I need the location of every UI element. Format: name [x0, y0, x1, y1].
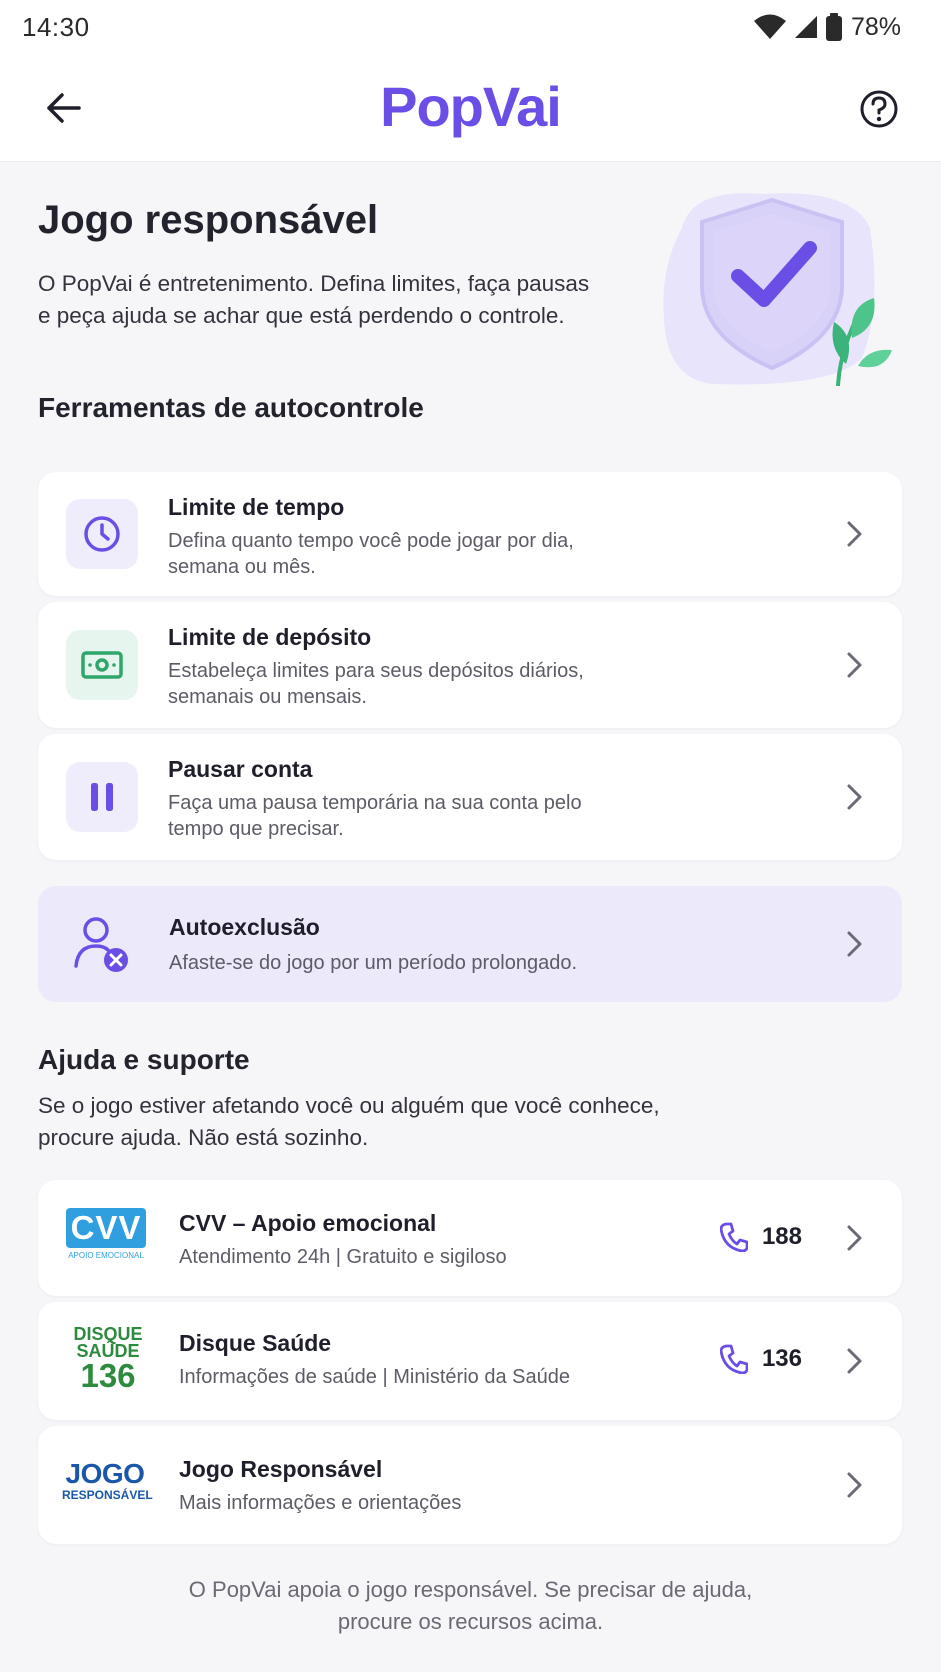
- self-exclusion-card[interactable]: Autoexclusão Afaste-se do jogo por um pe…: [38, 886, 902, 1002]
- question-circle-icon: [860, 90, 898, 128]
- time-limit-description: Defina quanto tempo você pode jogar por …: [168, 530, 574, 578]
- popvai-logo: PopVai: [380, 75, 562, 138]
- jogo-responsavel-logo: JOGO RESPONSÁVEL: [62, 1458, 153, 1503]
- time-limit-icon-box: [66, 499, 138, 569]
- pause-account-icon-box: [66, 762, 138, 832]
- money-icon: [81, 651, 123, 679]
- cvv-logo-main: CVV: [66, 1208, 146, 1248]
- clock-icon: [84, 516, 120, 552]
- jogo-responsavel-logo-line2: RESPONSÁVEL: [62, 1488, 153, 1502]
- cvv-title: CVV – Apoio emocional: [179, 1210, 437, 1236]
- shield-check-illustration: [663, 193, 892, 387]
- chevron-right-icon: [842, 1470, 866, 1500]
- deposit-limit-icon-box: [66, 630, 138, 700]
- disque-saude-phone-number: 136: [761, 1345, 802, 1372]
- cvv-phone[interactable]: 188: [719, 1222, 802, 1252]
- tools-section-title: Ferramentas de autocontrole: [38, 392, 424, 423]
- phone-icon: [719, 1222, 748, 1252]
- phone-icon: [719, 1344, 748, 1374]
- disque-saude-logo-line3: 136: [80, 1357, 136, 1394]
- wifi-icon: [753, 14, 786, 39]
- cvv-description: Atendimento 24h | Gratuito e sigiloso: [179, 1246, 507, 1268]
- status-bar: 14:30 78%: [0, 0, 941, 54]
- pause-account-card[interactable]: Pausar conta Faça uma pausa temporária n…: [38, 734, 902, 860]
- disque-saude-logo: DISQUE SAÚDE 136: [68, 1325, 148, 1394]
- pause-account-description: Faça uma pausa temporária na sua conta p…: [168, 792, 582, 840]
- self-exclusion-description: Afaste-se do jogo por um período prolong…: [169, 952, 578, 974]
- disque-saude-phone[interactable]: 136: [719, 1344, 802, 1374]
- battery-percent: 78%: [850, 12, 901, 41]
- page-title: Jogo responsável: [38, 198, 379, 242]
- app-header: PopVai: [0, 54, 941, 162]
- deposit-limit-title: Limite de depósito: [168, 624, 372, 650]
- help-button[interactable]: [856, 86, 902, 132]
- pause-icon: [91, 783, 113, 811]
- disque-saude-description: Informações de saúde | Ministério da Saú…: [179, 1366, 570, 1388]
- chevron-right-icon: [842, 650, 866, 680]
- disque-saude-card[interactable]: DISQUE SAÚDE 136 Disque Saúde Informaçõe…: [38, 1302, 902, 1420]
- battery-icon: [825, 13, 842, 41]
- self-exclusion-title: Autoexclusão: [169, 914, 320, 940]
- deposit-limit-card[interactable]: Limite de depósito Estabeleça limites pa…: [38, 602, 902, 728]
- jogo-responsavel-description: Mais informações e orientações: [179, 1492, 462, 1514]
- cvv-phone-number: 188: [761, 1223, 802, 1250]
- footer-text: O PopVai apoia o jogo responsável. Se pr…: [188, 1577, 753, 1634]
- chevron-right-icon: [842, 929, 866, 959]
- cvv-logo: CVV APOIO EMOCIONAL: [66, 1208, 146, 1264]
- status-time: 14:30: [22, 11, 90, 42]
- self-exclusion-icon-box: [66, 909, 138, 979]
- chevron-right-icon: [842, 1223, 866, 1253]
- deposit-limit-description: Estabeleça limites para seus depósitos d…: [168, 660, 584, 708]
- jogo-responsavel-logo-line1: JOGO: [65, 1458, 145, 1489]
- help-description: Se o jogo estiver afetando você ou algué…: [38, 1093, 660, 1150]
- user-block-icon: [74, 917, 128, 972]
- cvv-card[interactable]: CVV APOIO EMOCIONAL CVV – Apoio emociona…: [38, 1180, 902, 1296]
- time-limit-title: Limite de tempo: [168, 494, 345, 520]
- chevron-right-icon: [842, 1346, 866, 1376]
- cvv-logo-sub: APOIO EMOCIONAL: [68, 1251, 144, 1260]
- help-section-title: Ajuda e suporte: [38, 1044, 250, 1075]
- pause-account-title: Pausar conta: [168, 756, 313, 782]
- chevron-right-icon: [842, 519, 866, 549]
- disque-saude-title: Disque Saúde: [179, 1330, 332, 1356]
- status-icons: 78%: [753, 13, 901, 42]
- jogo-responsavel-title: Jogo Responsável: [179, 1456, 383, 1482]
- jogo-responsavel-card[interactable]: JOGO RESPONSÁVEL Jogo Responsável Mais i…: [38, 1426, 902, 1544]
- page-description: O PopVai é entretenimento. Defina limite…: [38, 271, 590, 328]
- signal-icon: [794, 16, 817, 38]
- time-limit-card[interactable]: Limite de tempo Defina quanto tempo você…: [38, 472, 902, 596]
- chevron-right-icon: [842, 782, 866, 812]
- footer-note: O PopVai apoia o jogo responsável. Se pr…: [0, 1574, 941, 1638]
